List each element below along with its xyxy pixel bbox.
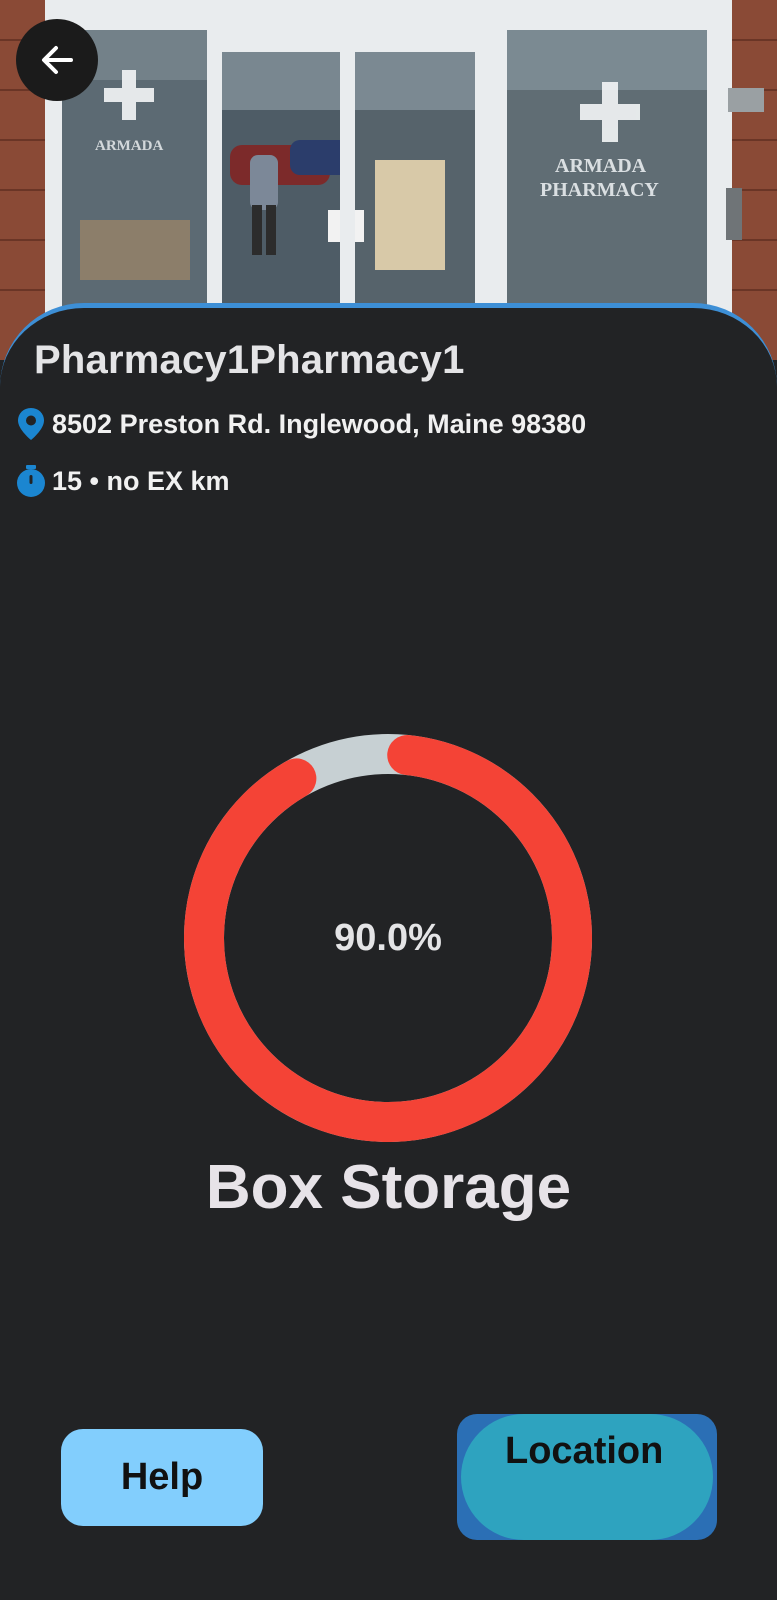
pharmacy-name: Pharmacy1Pharmacy1 [34, 338, 465, 382]
storage-label: Box Storage [205, 1153, 572, 1222]
help-button[interactable]: Help [61, 1429, 263, 1526]
svg-text:ARMADA: ARMADA [555, 155, 647, 177]
location-button-label: Location [505, 1430, 664, 1472]
back-button[interactable] [16, 19, 98, 101]
time-distance-text: 15 • no EX km [52, 465, 230, 496]
storage-percent: 90.0% [334, 916, 442, 959]
pharmacy-detail-screen: ARMADA ARMADA PHARMACY Pharmacy1Pharmacy… [0, 0, 777, 1600]
address-text: 8502 Preston Rd. Inglewood, Maine 98380 [52, 408, 587, 439]
map-pin-icon [14, 407, 48, 441]
location-button[interactable]: Location [457, 1414, 717, 1540]
arrow-left-icon [42, 46, 73, 74]
svg-text:ARMADA: ARMADA [95, 138, 163, 154]
time-distance-row: 15 • no EX km [14, 464, 230, 498]
svg-text:PHARMACY: PHARMACY [540, 179, 659, 201]
stopwatch-icon [14, 464, 48, 498]
storage-progress-ring: 90.0% [184, 734, 592, 1142]
address-row: 8502 Preston Rd. Inglewood, Maine 98380 [14, 407, 586, 441]
